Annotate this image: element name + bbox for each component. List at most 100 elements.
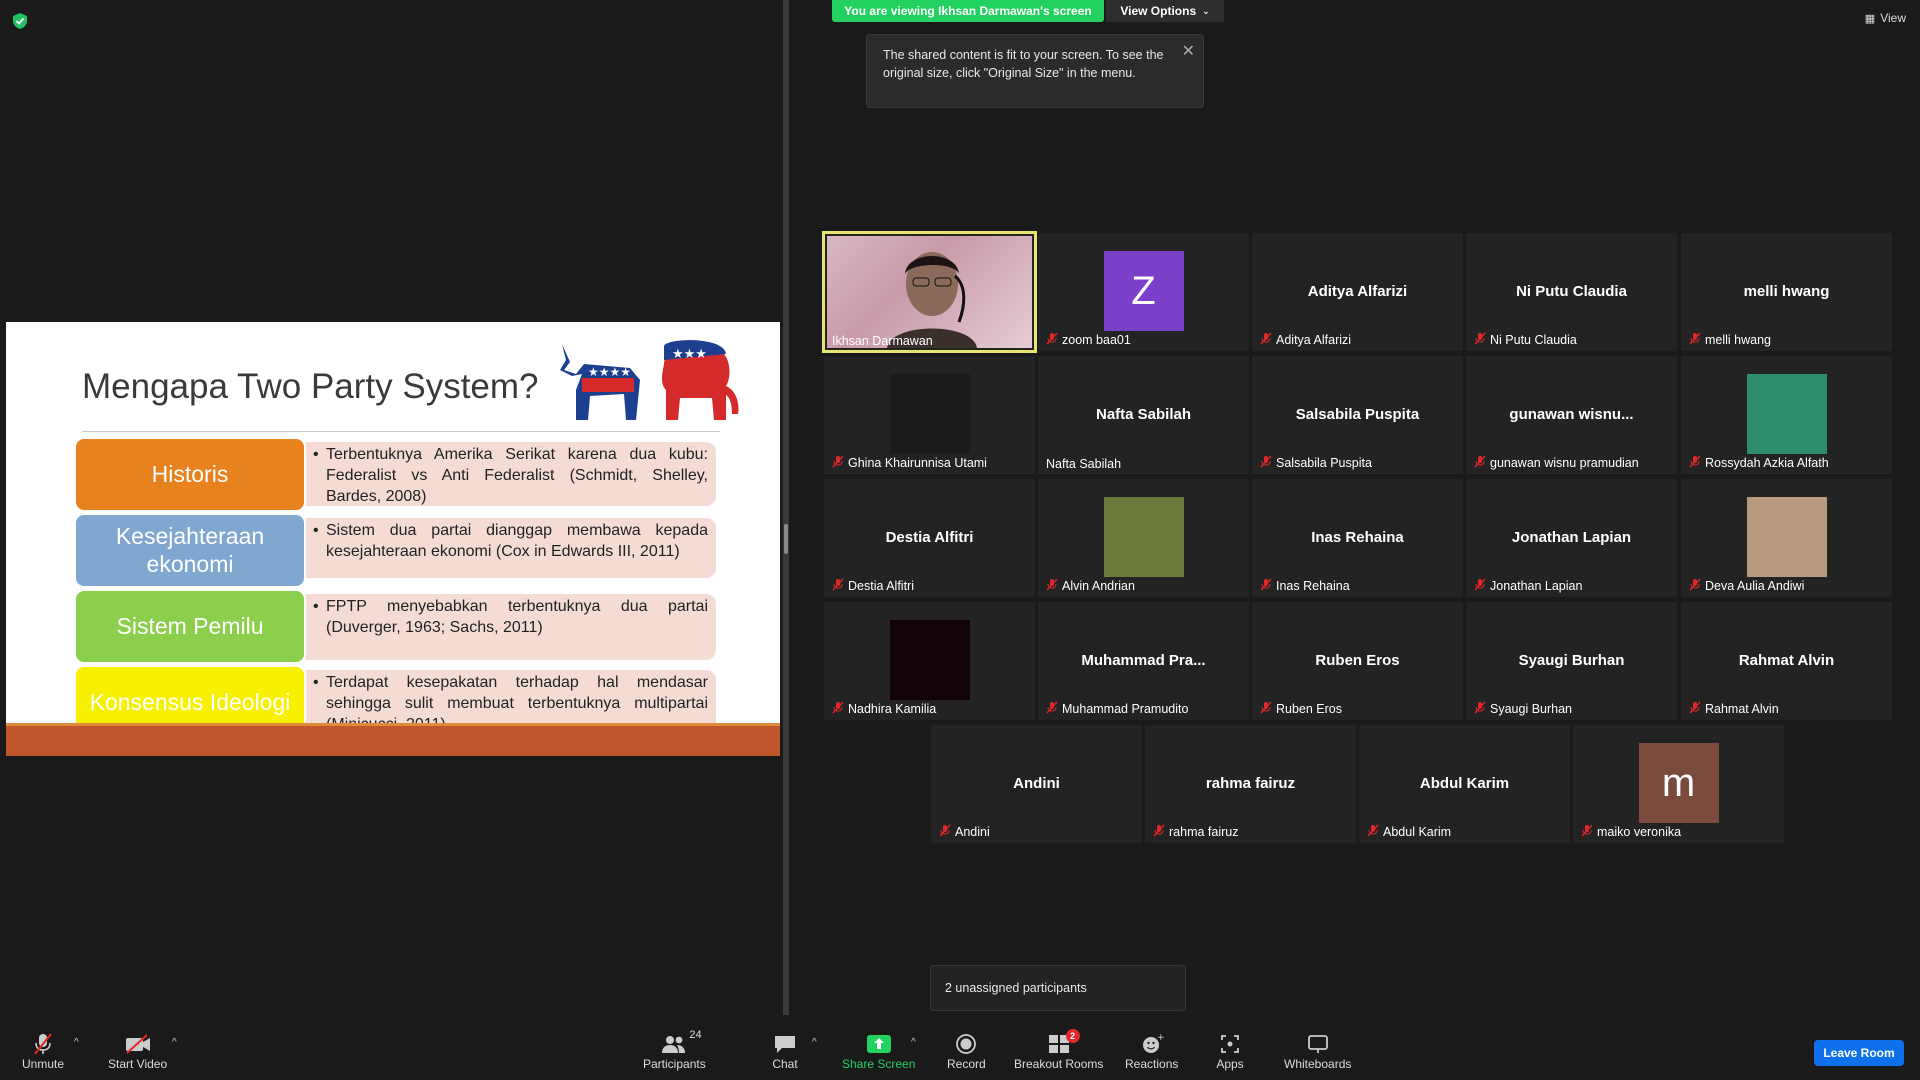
participant-display-name: rahma fairuz bbox=[1205, 775, 1296, 792]
participants-icon: 24 bbox=[659, 1029, 702, 1057]
participant-tile[interactable]: Jonathan Lapian Jonathan Lapian bbox=[1466, 479, 1677, 597]
chat-options-caret-icon[interactable]: ^ bbox=[812, 1037, 817, 1048]
share-screen-button[interactable]: Share Screen bbox=[842, 1031, 915, 1071]
participants-button[interactable]: 24 Participants bbox=[643, 1029, 706, 1071]
muted-mic-icon bbox=[1260, 578, 1272, 594]
participant-tile[interactable]: rahma fairuz rahma fairuz bbox=[1145, 725, 1356, 843]
view-options-label: View Options bbox=[1120, 4, 1197, 18]
participant-tile[interactable]: Alvin Andrian bbox=[1038, 479, 1249, 597]
participant-tile[interactable]: Zzoom baa01 bbox=[1038, 233, 1249, 351]
chat-icon bbox=[770, 1031, 800, 1057]
participant-name-label: Syaugi Burhan bbox=[1474, 701, 1572, 717]
muted-mic-icon bbox=[1474, 332, 1486, 348]
whiteboards-button[interactable]: Whiteboards bbox=[1284, 1031, 1351, 1071]
split-view-divider[interactable] bbox=[783, 0, 789, 1030]
participant-tile[interactable]: melli hwang melli hwang bbox=[1681, 233, 1892, 351]
security-shield-icon[interactable] bbox=[12, 12, 28, 30]
participant-display-name: Aditya Alfarizi bbox=[1307, 283, 1408, 300]
participant-tile[interactable]: Nafta Sabilah Nafta Sabilah bbox=[1038, 356, 1249, 474]
participant-tile[interactable]: Ruben Eros Ruben Eros bbox=[1252, 602, 1463, 720]
participant-display-name: Destia Alfitri bbox=[885, 529, 974, 546]
participant-name-label: Deva Aulia Andiwi bbox=[1689, 578, 1804, 594]
row-text: Sistem dua partai dianggap membawa kepad… bbox=[306, 518, 716, 578]
participant-avatar: Z bbox=[1103, 251, 1184, 331]
party-mascots-icon: ★★★★ ★★★ bbox=[560, 340, 739, 420]
participant-name-label: Rahmat Alvin bbox=[1689, 701, 1779, 717]
view-label: View bbox=[1880, 11, 1906, 25]
chat-label: Chat bbox=[772, 1057, 798, 1071]
participant-name-label: Inas Rehaina bbox=[1260, 578, 1350, 594]
participant-tile[interactable]: Muhammad Pra... Muhammad Pramudito bbox=[1038, 602, 1249, 720]
svg-text:★★★★: ★★★★ bbox=[588, 365, 631, 379]
participant-photo bbox=[889, 374, 970, 454]
muted-mic-icon bbox=[832, 455, 844, 471]
row-label: Sistem Pemilu bbox=[76, 591, 304, 662]
participant-tile[interactable]: Ghina Khairunnisa Utami bbox=[824, 356, 1035, 474]
row-text: Terbentuknya Amerika Serikat karena dua … bbox=[306, 442, 716, 506]
split-view-handle[interactable] bbox=[784, 524, 788, 554]
muted-mic-icon bbox=[1689, 701, 1701, 717]
participant-name-label: Rossydah Azkia Alfath bbox=[1689, 455, 1829, 471]
participant-tile[interactable]: m maiko veronika bbox=[1573, 725, 1784, 843]
participant-tile[interactable]: gunawan wisnu... gunawan wisnu pramudian bbox=[1466, 356, 1677, 474]
participant-tile[interactable]: Rahmat Alvin Rahmat Alvin bbox=[1681, 602, 1892, 720]
participant-tile[interactable]: Rossydah Azkia Alfath bbox=[1681, 356, 1892, 474]
participant-name-label: Destia Alfitri bbox=[832, 578, 914, 594]
participant-name-label: melli hwang bbox=[1689, 332, 1771, 348]
record-label: Record bbox=[947, 1057, 986, 1071]
muted-mic-icon bbox=[1367, 824, 1379, 840]
video-off-icon bbox=[123, 1031, 153, 1057]
participant-name-label: maiko veronika bbox=[1581, 824, 1681, 840]
participant-name-label: gunawan wisnu pramudian bbox=[1474, 455, 1639, 471]
chat-button[interactable]: Chat bbox=[770, 1031, 800, 1071]
participant-name-label: Ikhsan Darmawan bbox=[832, 334, 933, 348]
muted-mic-icon bbox=[1581, 824, 1593, 840]
muted-mic-icon bbox=[1046, 701, 1058, 717]
apps-icon bbox=[1215, 1031, 1245, 1057]
participant-tile[interactable]: Abdul Karim Abdul Karim bbox=[1359, 725, 1570, 843]
breakout-rooms-label: Breakout Rooms bbox=[1014, 1057, 1104, 1071]
viewing-screen-banner: You are viewing Ikhsan Darmawan's screen bbox=[832, 0, 1104, 22]
tooltip-text: The shared content is fit to your screen… bbox=[883, 48, 1164, 80]
fit-screen-tooltip: The shared content is fit to your screen… bbox=[866, 34, 1204, 108]
record-button[interactable]: Record bbox=[947, 1031, 986, 1071]
participant-tile[interactable]: Nadhira Kamilia bbox=[824, 602, 1035, 720]
breakout-badge: 2 bbox=[1065, 1029, 1080, 1043]
participant-tile[interactable]: Salsabila Puspita Salsabila Puspita bbox=[1252, 356, 1463, 474]
whiteboards-label: Whiteboards bbox=[1284, 1057, 1352, 1071]
row-label: Historis bbox=[76, 439, 304, 510]
close-icon[interactable]: ✕ bbox=[1182, 41, 1195, 63]
unmute-button[interactable]: Unmute bbox=[22, 1031, 64, 1071]
grid-icon: ▦ bbox=[1864, 12, 1876, 25]
participant-display-name: Andini bbox=[1013, 775, 1060, 792]
participant-tile[interactable]: Destia Alfitri Destia Alfitri bbox=[824, 479, 1035, 597]
muted-mic-icon bbox=[832, 578, 844, 594]
breakout-rooms-button[interactable]: 2 Breakout Rooms bbox=[1014, 1029, 1104, 1071]
share-options-caret-icon[interactable]: ^ bbox=[911, 1037, 916, 1048]
participant-tile[interactable]: Deva Aulia Andiwi bbox=[1681, 479, 1892, 597]
video-options-caret-icon[interactable]: ^ bbox=[172, 1037, 177, 1048]
participant-tile[interactable]: Andini Andini bbox=[931, 725, 1142, 843]
row-text: Terdapat kesepakatan terhadap hal mendas… bbox=[306, 670, 716, 733]
reactions-label: Reactions bbox=[1125, 1057, 1179, 1071]
participant-name-label: rahma fairuz bbox=[1153, 824, 1238, 840]
leave-room-button[interactable]: Leave Room bbox=[1814, 1040, 1904, 1066]
participant-tile[interactable]: Ni Putu Claudia Ni Putu Claudia bbox=[1466, 233, 1677, 351]
apps-button[interactable]: Apps bbox=[1215, 1031, 1245, 1071]
participant-tile[interactable]: Inas Rehaina Inas Rehaina bbox=[1252, 479, 1463, 597]
unassigned-participants-notice[interactable]: 2 unassigned participants bbox=[930, 965, 1186, 1011]
participant-tile[interactable]: Syaugi Burhan Syaugi Burhan bbox=[1466, 602, 1677, 720]
view-options-button[interactable]: View Options ⌄ bbox=[1106, 0, 1224, 22]
participant-video bbox=[827, 236, 1032, 348]
record-icon bbox=[951, 1031, 981, 1057]
muted-mic-icon bbox=[1046, 332, 1058, 348]
reactions-button[interactable]: + Reactions bbox=[1125, 1031, 1178, 1071]
start-video-label: Start Video bbox=[108, 1057, 168, 1071]
reactions-icon: + bbox=[1137, 1031, 1167, 1057]
participant-tile[interactable]: Ikhsan Darmawan bbox=[822, 231, 1037, 353]
audio-options-caret-icon[interactable]: ^ bbox=[74, 1037, 79, 1048]
participant-name-label: Abdul Karim bbox=[1367, 824, 1451, 840]
view-layout-button[interactable]: ▦ View bbox=[1865, 11, 1906, 25]
start-video-button[interactable]: Start Video bbox=[108, 1031, 167, 1071]
participant-tile[interactable]: Aditya Alfarizi Aditya Alfarizi bbox=[1252, 233, 1463, 351]
